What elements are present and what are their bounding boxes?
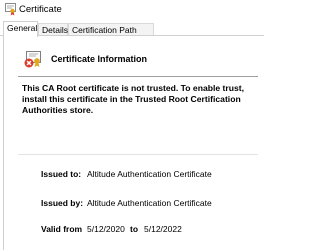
- fields-divider: [18, 154, 258, 155]
- tab-general[interactable]: General: [3, 21, 38, 37]
- issued-to-label: Issued to:: [41, 169, 82, 179]
- valid-to-label: to: [130, 224, 139, 234]
- issued-by-label: Issued by:: [41, 198, 84, 208]
- title-bar: Certificate: [0, 0, 264, 19]
- valid-to-value: 5/12/2022: [144, 224, 182, 234]
- general-panel: Certificate Information This CA Root cer…: [3, 36, 265, 250]
- issued-to-value: Altitude Authentication Certificate: [87, 169, 212, 179]
- info-title: Certificate Information: [51, 54, 148, 64]
- tab-strip: General Details Certification Path: [0, 19, 264, 37]
- valid-from-label: Valid from: [41, 224, 83, 234]
- certificate-icon: [5, 3, 16, 16]
- window-title: Certificate: [19, 4, 62, 15]
- untrusted-certificate-icon: [24, 51, 41, 68]
- header-divider: [18, 76, 258, 77]
- info-header: Certificate Information: [4, 46, 265, 74]
- issued-by-value: Altitude Authentication Certificate: [87, 198, 212, 208]
- trust-warning: This CA Root certificate is not trusted.…: [22, 83, 245, 115]
- valid-from-value: 5/12/2020: [87, 224, 125, 234]
